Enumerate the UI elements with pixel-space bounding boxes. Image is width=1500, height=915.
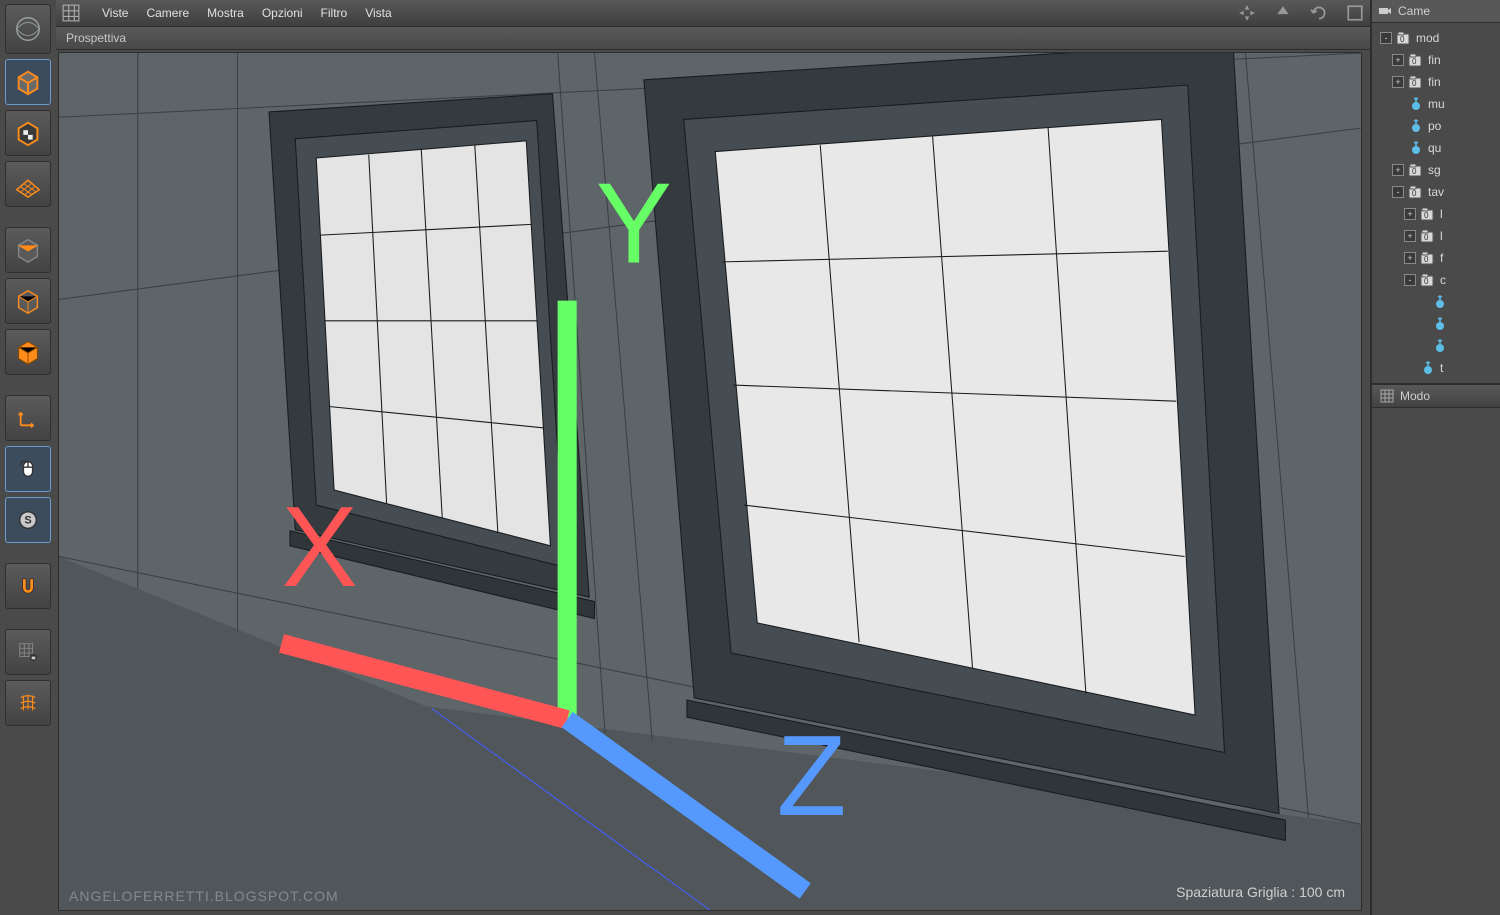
- tree-row[interactable]: [1374, 313, 1498, 335]
- tool-axis[interactable]: [5, 395, 51, 441]
- tool-grid-lock[interactable]: [5, 629, 51, 675]
- expand-toggle[interactable]: +: [1404, 230, 1416, 242]
- object-tree-header: Came: [1372, 0, 1500, 23]
- tree-label: sg: [1428, 163, 1441, 177]
- svg-text:S: S: [24, 515, 31, 527]
- svg-text:0: 0: [1412, 189, 1417, 198]
- tree-row[interactable]: [1374, 291, 1498, 313]
- view-label: Prospettiva: [66, 31, 126, 45]
- tree-label: po: [1428, 119, 1441, 133]
- tree-label: mod: [1416, 31, 1439, 45]
- tree-row[interactable]: mu: [1374, 93, 1498, 115]
- expand-toggle[interactable]: +: [1392, 54, 1404, 66]
- axis-gizmo[interactable]: Y X Z: [59, 53, 1361, 910]
- tree-label: tav: [1428, 185, 1444, 199]
- menu-camere[interactable]: Camere: [146, 6, 189, 20]
- tree-label: fin: [1428, 53, 1441, 67]
- right-panel: Came -0mod+0fin+0finmupoqu+0sg-0tav+0l+0…: [1372, 0, 1500, 915]
- view-label-bar: Prospettiva: [56, 27, 1370, 50]
- tool-s-ball[interactable]: S: [5, 497, 51, 543]
- menu-viste[interactable]: Viste: [102, 6, 128, 20]
- tree-label: t: [1440, 361, 1443, 375]
- svg-text:Z: Z: [777, 713, 847, 840]
- tree-row[interactable]: -0 c: [1374, 269, 1498, 291]
- tree-row[interactable]: +0 sg: [1374, 159, 1498, 181]
- tree-label: l: [1440, 229, 1443, 243]
- camera-icon: [1378, 4, 1392, 18]
- svg-text:0: 0: [1400, 35, 1405, 44]
- expand-toggle[interactable]: -: [1380, 32, 1392, 44]
- svg-text:0: 0: [1424, 277, 1429, 286]
- menu-mostra[interactable]: Mostra: [207, 6, 244, 20]
- expand-toggle[interactable]: -: [1392, 186, 1404, 198]
- svg-text:0: 0: [1424, 255, 1429, 264]
- tool-cube-solid[interactable]: [5, 59, 51, 105]
- view-up-icon[interactable]: [1274, 4, 1292, 22]
- left-toolbar: S: [0, 0, 56, 915]
- view-max-icon[interactable]: [1346, 4, 1364, 22]
- tree-label: f: [1440, 251, 1443, 265]
- modo-label: Modo: [1400, 389, 1430, 403]
- expand-toggle[interactable]: +: [1392, 164, 1404, 176]
- tree-header-label: Came: [1398, 4, 1430, 18]
- svg-text:Y: Y: [596, 160, 672, 287]
- svg-text:0: 0: [1412, 167, 1417, 176]
- grid-menu-icon: [62, 4, 80, 22]
- tree-row[interactable]: -0 mod: [1374, 27, 1498, 49]
- tree-row[interactable]: t: [1374, 357, 1498, 379]
- viewport-3d[interactable]: Y X Z ANGELOFERRETTI.BLOGSPOT.COM Spazia…: [58, 52, 1362, 911]
- tree-row[interactable]: +0 fin: [1374, 71, 1498, 93]
- modo-header[interactable]: Modo: [1372, 384, 1500, 408]
- tree-row[interactable]: +0 fin: [1374, 49, 1498, 71]
- tool-cube-top[interactable]: [5, 227, 51, 273]
- tree-label: mu: [1428, 97, 1445, 111]
- view-menubar: Viste Camere Mostra Opzioni Filtro Vista: [56, 0, 1370, 27]
- menu-filtro[interactable]: Filtro: [321, 6, 348, 20]
- tree-row[interactable]: -0 tav: [1374, 181, 1498, 203]
- tree-label: c: [1440, 273, 1446, 287]
- svg-text:0: 0: [1412, 79, 1417, 88]
- tool-magnet[interactable]: [5, 563, 51, 609]
- grid-small-icon: [1380, 389, 1394, 403]
- tree-row[interactable]: qu: [1374, 137, 1498, 159]
- expand-toggle[interactable]: +: [1404, 208, 1416, 220]
- grid-spacing-status: Spaziatura Griglia : 100 cm: [1176, 884, 1345, 900]
- tree-row[interactable]: +0 l: [1374, 225, 1498, 247]
- expand-toggle[interactable]: -: [1404, 274, 1416, 286]
- view-rotate-icon[interactable]: [1310, 4, 1328, 22]
- tool-cube-wire[interactable]: [5, 278, 51, 324]
- tree-row[interactable]: +0 f: [1374, 247, 1498, 269]
- tree-label: l: [1440, 207, 1443, 221]
- expand-toggle[interactable]: +: [1404, 252, 1416, 264]
- tree-row[interactable]: +0 l: [1374, 203, 1498, 225]
- menu-opzioni[interactable]: Opzioni: [262, 6, 303, 20]
- tree-row[interactable]: [1374, 335, 1498, 357]
- tree-row[interactable]: po: [1374, 115, 1498, 137]
- svg-text:0: 0: [1424, 233, 1429, 242]
- tool-cube-checker[interactable]: [5, 110, 51, 156]
- view-nav-icon[interactable]: [1238, 4, 1256, 22]
- menu-vista[interactable]: Vista: [365, 6, 391, 20]
- app-logo: [5, 4, 51, 54]
- expand-toggle[interactable]: +: [1392, 76, 1404, 88]
- svg-text:0: 0: [1412, 57, 1417, 66]
- watermark: ANGELOFERRETTI.BLOGSPOT.COM: [69, 888, 339, 904]
- tool-mouse[interactable]: [5, 446, 51, 492]
- svg-text:0: 0: [1424, 211, 1429, 220]
- tool-cube-orange[interactable]: [5, 329, 51, 375]
- tool-grid-plane[interactable]: [5, 161, 51, 207]
- tree-label: fin: [1428, 75, 1441, 89]
- tree-label: qu: [1428, 141, 1441, 155]
- tool-grid-wrap[interactable]: [5, 680, 51, 726]
- object-tree[interactable]: -0mod+0fin+0finmupoqu+0sg-0tav+0l+0l+0f-…: [1372, 23, 1500, 384]
- svg-text:X: X: [282, 484, 358, 611]
